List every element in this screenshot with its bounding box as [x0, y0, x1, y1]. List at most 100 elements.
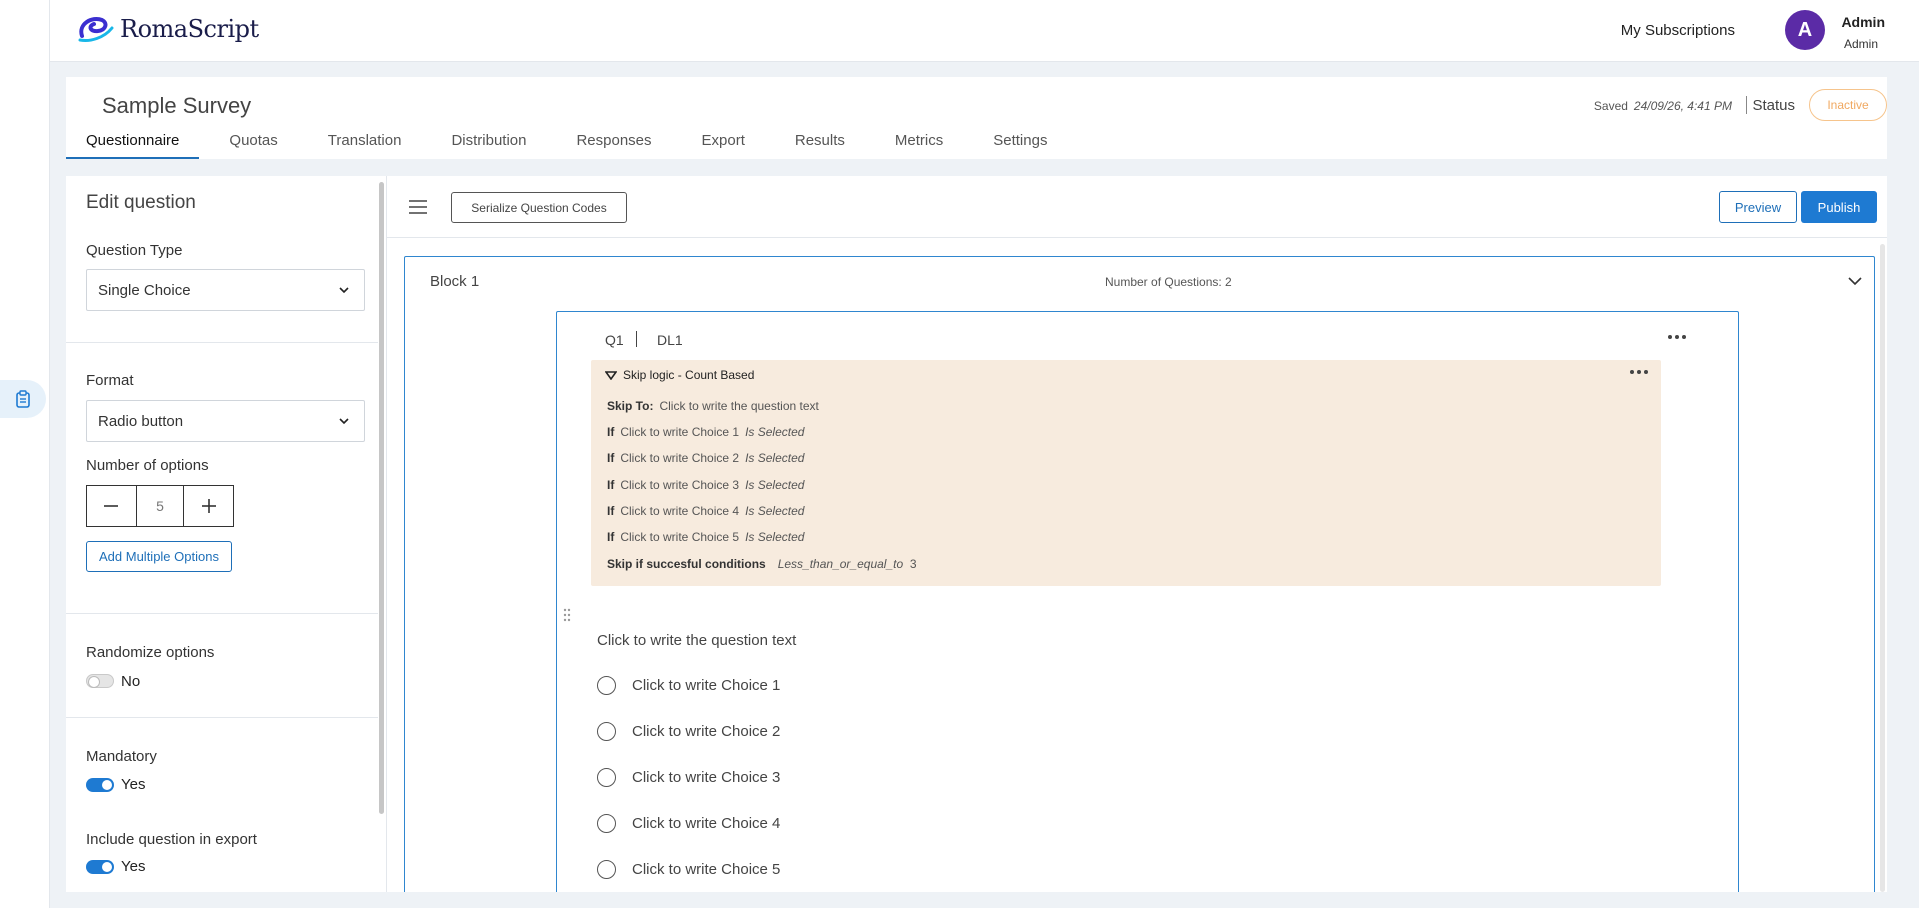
format-label: Format	[86, 372, 134, 389]
choice-option[interactable]: Click to write Choice 2	[597, 722, 780, 741]
chevron-down-icon[interactable]	[1848, 275, 1862, 287]
editor-scrollbar[interactable]	[1880, 244, 1885, 892]
app-logo[interactable]: RomaScript	[76, 14, 259, 44]
choice-label[interactable]: Click to write Choice 5	[632, 861, 780, 878]
saved-status: Saved 24/09/26, 4:41 PM	[1594, 99, 1732, 113]
tab-responses[interactable]: Responses	[556, 129, 671, 159]
question-more-icon[interactable]	[1668, 335, 1686, 339]
success-label: Skip if succesful conditions	[607, 557, 766, 571]
my-subscriptions-link[interactable]: My Subscriptions	[1621, 22, 1735, 39]
chevron-down-icon	[339, 287, 349, 294]
tab-results[interactable]: Results	[775, 129, 865, 159]
choice-label[interactable]: Click to write Choice 3	[632, 769, 780, 786]
question-card[interactable]: Q1 DL1 Skip logic - Count Based Skip To:…	[556, 311, 1739, 892]
skip-condition-row[interactable]: If Click to write Choice 5 Is Selected	[607, 530, 804, 544]
skip-to-row[interactable]: Skip To: Click to write the question text	[607, 399, 819, 413]
question-text[interactable]: Click to write the question text	[597, 632, 796, 649]
radio-button[interactable]	[597, 722, 616, 741]
questionnaire-nav-button[interactable]	[0, 380, 46, 418]
divider	[66, 342, 378, 343]
randomize-toggle[interactable]	[86, 674, 114, 688]
status-badge[interactable]: Inactive	[1809, 89, 1887, 121]
caret-down-icon	[605, 370, 617, 380]
skip-condition-row[interactable]: If Click to write Choice 1 Is Selected	[607, 425, 804, 439]
choice-option[interactable]: Click to write Choice 1	[597, 676, 780, 695]
add-multiple-options-button[interactable]: Add Multiple Options	[86, 541, 232, 572]
tab-questionnaire[interactable]: Questionnaire	[66, 129, 200, 159]
skip-condition-row[interactable]: If Click to write Choice 3 Is Selected	[607, 478, 804, 492]
options-count[interactable]: 5	[135, 486, 185, 526]
tab-distribution[interactable]: Distribution	[431, 129, 546, 159]
condition-state: Is Selected	[745, 504, 805, 518]
skip-condition-row[interactable]: If Click to write Choice 2 Is Selected	[607, 451, 804, 465]
serialize-question-codes-button[interactable]: Serialize Question Codes	[451, 192, 627, 223]
skip-condition-row[interactable]: If Click to write Choice 4 Is Selected	[607, 504, 804, 518]
hamburger-menu-icon[interactable]	[409, 199, 427, 215]
condition-choice: Click to write Choice 2	[620, 451, 740, 465]
publish-button[interactable]: Publish	[1801, 191, 1877, 223]
clipboard-icon	[16, 390, 30, 408]
editor-toolbar: Serialize Question Codes Preview Publish	[387, 176, 1887, 238]
question-code[interactable]: Q1	[605, 332, 624, 348]
skip-logic-more-icon[interactable]	[1630, 370, 1648, 374]
choice-option[interactable]: Click to write Choice 3	[597, 768, 780, 787]
increment-button[interactable]	[184, 486, 233, 526]
user-name: Admin	[1841, 14, 1885, 30]
survey-header: Sample Survey Saved 24/09/26, 4:41 PM Sta…	[66, 77, 1887, 159]
block-title[interactable]: Block 1	[430, 273, 479, 290]
skip-logic-header[interactable]: Skip logic - Count Based	[605, 368, 754, 382]
saved-time: 24/09/26, 4:41 PM	[1633, 99, 1732, 113]
divider	[66, 613, 378, 614]
choice-label[interactable]: Click to write Choice 2	[632, 723, 780, 740]
randomize-value: No	[121, 673, 141, 690]
question-block: Block 1 Number of Questions: 2 Q1 DL1 Sk…	[404, 256, 1875, 892]
condition-if-label: If	[607, 530, 615, 544]
question-dl[interactable]: DL1	[657, 332, 683, 348]
question-type-value: Single Choice	[98, 281, 191, 299]
radio-button[interactable]	[597, 860, 616, 879]
left-rail	[0, 0, 50, 908]
skip-to-value: Click to write the question text	[659, 399, 819, 413]
tab-export[interactable]: Export	[682, 129, 765, 159]
success-operator: Less_than_or_equal_to	[777, 557, 904, 571]
status-label: Status	[1752, 97, 1795, 114]
condition-choice: Click to write Choice 5	[620, 530, 740, 544]
survey-tabs: Questionnaire Quotas Translation Distrib…	[66, 129, 1077, 159]
logo-icon	[78, 17, 114, 42]
block-question-count: Number of Questions: 2	[1105, 275, 1232, 289]
saved-label: Saved	[1593, 99, 1628, 113]
condition-choice: Click to write Choice 4	[620, 504, 740, 518]
radio-button[interactable]	[597, 768, 616, 787]
include-export-toggle[interactable]	[86, 860, 114, 874]
tab-translation[interactable]: Translation	[308, 129, 422, 159]
tab-settings[interactable]: Settings	[973, 129, 1067, 159]
tab-quotas[interactable]: Quotas	[209, 129, 297, 159]
format-select[interactable]: Radio button	[86, 400, 365, 442]
divider	[66, 717, 378, 718]
choice-label[interactable]: Click to write Choice 1	[632, 677, 780, 694]
tab-metrics[interactable]: Metrics	[875, 129, 963, 159]
mandatory-toggle[interactable]	[86, 778, 114, 792]
choice-option[interactable]: Click to write Choice 5	[597, 860, 780, 879]
skip-to-label: Skip To:	[607, 399, 654, 413]
choice-label[interactable]: Click to write Choice 4	[632, 815, 780, 832]
mandatory-label: Mandatory	[86, 748, 157, 765]
include-export-label: Include question in export	[86, 831, 257, 848]
logo-text: RomaScript	[120, 15, 259, 43]
skip-logic-title: Skip logic - Count Based	[623, 368, 755, 382]
radio-button[interactable]	[597, 814, 616, 833]
choice-option[interactable]: Click to write Choice 4	[597, 814, 780, 833]
panel-scrollbar[interactable]	[379, 182, 384, 814]
preview-button[interactable]: Preview	[1719, 191, 1797, 223]
decrement-button[interactable]	[87, 486, 136, 526]
condition-state: Is Selected	[745, 478, 805, 492]
include-export-value: Yes	[121, 858, 146, 875]
skip-logic-panel: Skip logic - Count Based Skip To: Click t…	[591, 360, 1661, 586]
question-type-select[interactable]: Single Choice	[86, 269, 365, 311]
drag-handle-icon[interactable]	[563, 608, 571, 622]
avatar[interactable]: A	[1785, 10, 1825, 50]
top-bar: RomaScript My Subscriptions A Admin Admi…	[50, 0, 1919, 62]
condition-state: Is Selected	[745, 530, 805, 544]
radio-button[interactable]	[597, 676, 616, 695]
skip-success-row[interactable]: Skip if succesful conditions Less_than_or…	[607, 557, 917, 571]
